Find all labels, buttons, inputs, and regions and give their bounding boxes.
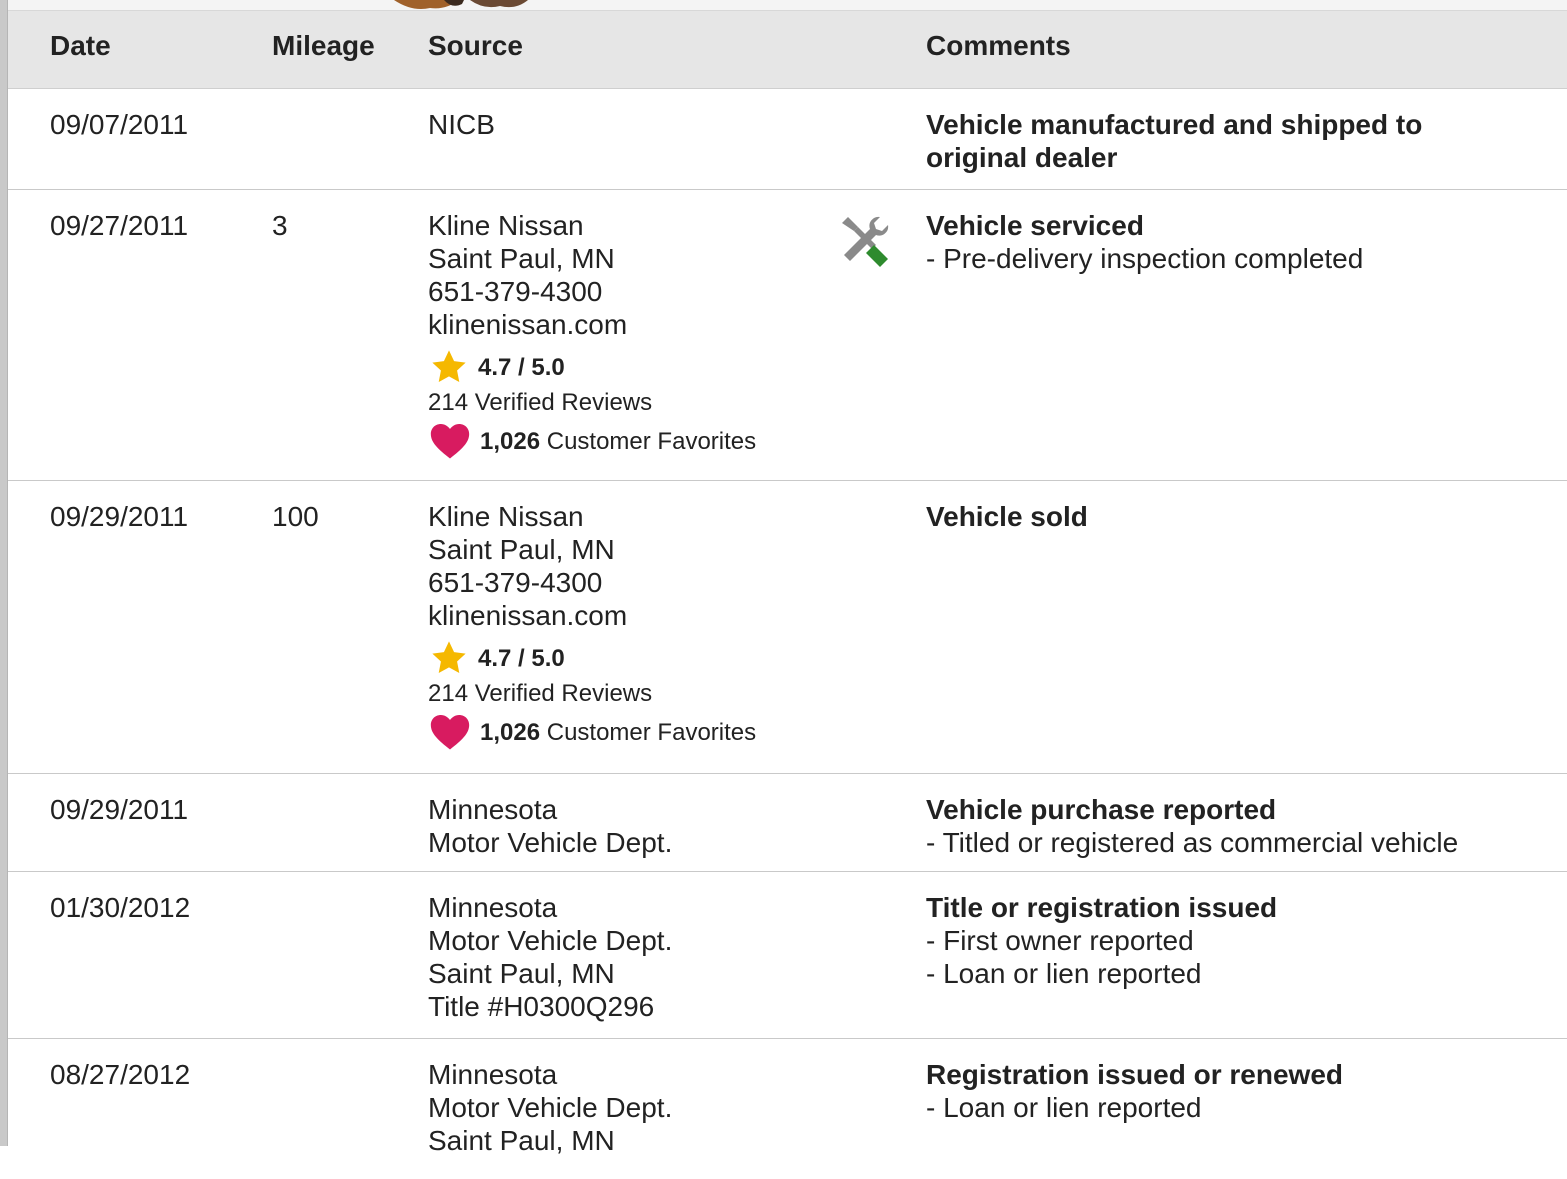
customer-favorites: 1,026 Customer Favorites: [428, 712, 756, 752]
dealer-rating: 4.7 / 5.0: [428, 640, 756, 676]
comment-title: Vehicle manufactured and shipped to orig…: [926, 109, 1423, 173]
source-line: Saint Paul, MN: [428, 1125, 615, 1156]
source-line: Minnesota: [428, 1059, 558, 1090]
row-source: Minnesota Motor Vehicle Dept.: [428, 793, 672, 859]
header-mileage: Mileage: [272, 30, 375, 61]
dealer-website-link[interactable]: klinenissan.com: [428, 599, 756, 632]
mascot-illustration-icon: [394, 0, 528, 9]
dealer-name-link[interactable]: Kline Nissan: [428, 209, 756, 242]
row-source: Kline Nissan Saint Paul, MN 651-379-4300…: [428, 500, 756, 752]
vehicle-history-table: Date Mileage Source Comments 09/07/2011 …: [8, 10, 1567, 1179]
customer-favorites: 1,026 Customer Favorites: [428, 421, 756, 461]
comment-item: - Pre-delivery inspection completed: [926, 243, 1364, 274]
dealer-location: Saint Paul, MN: [428, 243, 615, 274]
row-source: Minnesota Motor Vehicle Dept. Saint Paul…: [428, 1058, 672, 1157]
source-line: Minnesota: [428, 892, 558, 923]
source-line: Motor Vehicle Dept.: [428, 827, 673, 858]
comment-item: - First owner reported: [926, 925, 1194, 956]
table-header: Date Mileage Source Comments: [8, 10, 1567, 89]
favorites-label: Customer Favorites: [546, 718, 757, 746]
verified-reviews-link[interactable]: 214 Verified Reviews: [428, 676, 756, 712]
comment-title: Title or registration issued: [926, 892, 1278, 923]
table-row: 09/27/2011 3 Kline Nissan Saint Paul, MN…: [8, 190, 1567, 481]
row-date: 01/30/2012: [50, 892, 191, 923]
row-comments: Vehicle sold: [926, 500, 1088, 533]
star-icon: [432, 641, 466, 674]
row-comments: Vehicle purchase reported - Titled or re…: [926, 793, 1458, 859]
rating-value: 4.7 / 5.0: [478, 644, 565, 672]
table-row: 01/30/2012 Minnesota Motor Vehicle Dept.…: [8, 872, 1567, 1039]
dealer-rating: 4.7 / 5.0: [428, 349, 756, 385]
table-row: 09/07/2011 NICB Vehicle manufactured and…: [8, 89, 1567, 190]
dealer-website-link[interactable]: klinenissan.com: [428, 308, 756, 341]
comment-title: Registration issued or renewed: [926, 1059, 1343, 1090]
source-line: NICB: [428, 109, 495, 140]
row-comments: Vehicle manufactured and shipped to orig…: [926, 108, 1486, 174]
comment-item: - Loan or lien reported: [926, 958, 1202, 989]
row-date: 09/07/2011: [50, 109, 189, 140]
favorites-label: Customer Favorites: [546, 427, 757, 455]
rating-value: 4.7 / 5.0: [478, 353, 565, 381]
dealer-location: Saint Paul, MN: [428, 534, 615, 565]
row-mileage: 100: [272, 501, 319, 532]
comment-title: Vehicle sold: [926, 501, 1088, 532]
comment-title: Vehicle purchase reported: [926, 794, 1277, 825]
comment-item: - Titled or registered as commercial veh…: [926, 827, 1459, 858]
star-icon: [432, 350, 466, 383]
row-source: Minnesota Motor Vehicle Dept. Saint Paul…: [428, 891, 672, 1023]
header-date: Date: [50, 30, 111, 61]
table-row: 09/29/2011 100 Kline Nissan Saint Paul, …: [8, 481, 1567, 774]
heart-icon: [430, 424, 470, 459]
heart-icon: [430, 715, 470, 750]
source-line: Minnesota: [428, 794, 558, 825]
row-date: 09/29/2011: [50, 794, 189, 825]
table-row: 08/27/2012 Minnesota Motor Vehicle Dept.…: [8, 1039, 1567, 1179]
source-line: Motor Vehicle Dept.: [428, 1092, 673, 1123]
row-comments: Title or registration issued - First own…: [926, 891, 1277, 990]
row-date: 09/29/2011: [50, 501, 189, 532]
comment-item: - Loan or lien reported: [926, 1092, 1202, 1123]
service-tools-icon: [836, 213, 892, 276]
table-row: 09/29/2011 Minnesota Motor Vehicle Dept.…: [8, 774, 1567, 872]
dealer-phone[interactable]: 651-379-4300: [428, 566, 756, 599]
left-border: [0, 0, 8, 1146]
header-comments: Comments: [926, 30, 1071, 61]
row-source: NICB: [428, 108, 495, 141]
top-strip: [8, 0, 1567, 11]
dealer-name-link[interactable]: Kline Nissan: [428, 500, 756, 533]
source-line: Motor Vehicle Dept.: [428, 925, 673, 956]
title-number: Title #H0300Q296: [428, 991, 655, 1022]
favorites-count: 1,026: [480, 427, 541, 455]
comment-title: Vehicle serviced: [926, 210, 1144, 241]
row-date: 08/27/2012: [50, 1059, 191, 1090]
row-source: Kline Nissan Saint Paul, MN 651-379-4300…: [428, 209, 756, 461]
favorites-count: 1,026: [480, 718, 541, 746]
row-comments: Registration issued or renewed - Loan or…: [926, 1058, 1343, 1124]
dealer-phone[interactable]: 651-379-4300: [428, 275, 756, 308]
row-date: 09/27/2011: [50, 210, 189, 241]
source-line: Saint Paul, MN: [428, 958, 615, 989]
verified-reviews-link[interactable]: 214 Verified Reviews: [428, 385, 756, 421]
row-comments: Vehicle serviced - Pre-delivery inspecti…: [926, 209, 1363, 275]
row-mileage: 3: [272, 210, 288, 241]
header-source: Source: [428, 30, 523, 61]
